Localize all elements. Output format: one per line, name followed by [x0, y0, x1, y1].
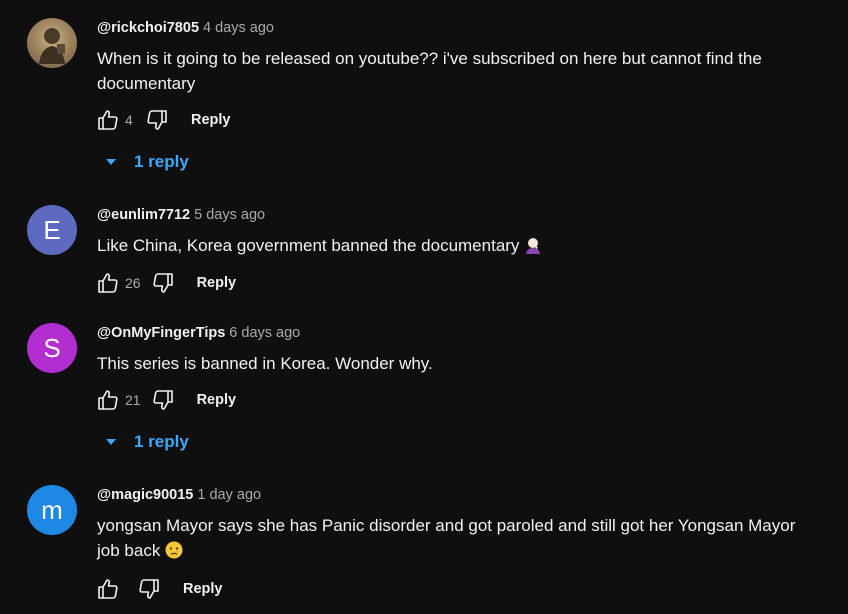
author-name[interactable]: @eunlim7712: [97, 207, 190, 223]
avatar[interactable]: m: [27, 485, 77, 535]
avatar-letter: S: [43, 332, 61, 363]
comment-time[interactable]: 4 days ago: [203, 20, 274, 36]
dislike-button[interactable]: [135, 575, 163, 603]
like-count: 26: [125, 275, 141, 291]
crying-face-emoji-icon: [165, 541, 183, 559]
dislike-button[interactable]: [143, 106, 171, 134]
comment-actions: 21 Reply: [94, 386, 236, 414]
like-count: 4: [125, 112, 133, 128]
view-replies-button[interactable]: 1 reply: [104, 432, 189, 452]
view-replies-button[interactable]: 1 reply: [104, 152, 189, 172]
comment-text: When is it going to be released on youtu…: [97, 49, 762, 93]
dislike-button[interactable]: [149, 269, 177, 297]
thumbs-up-icon: [98, 110, 118, 130]
like-button[interactable]: [94, 575, 122, 603]
avatar-letter: m: [41, 494, 63, 525]
reply-button[interactable]: Reply: [197, 392, 237, 408]
comment-time[interactable]: 5 days ago: [194, 207, 265, 223]
replies-label: 1 reply: [134, 432, 189, 451]
dislike-button[interactable]: [149, 386, 177, 414]
replies-label: 1 reply: [134, 152, 189, 171]
comment-header: @rickchoi7805 4 days ago: [97, 20, 274, 36]
thumbs-up-icon: [98, 273, 118, 293]
caret-down-icon: [106, 159, 116, 165]
comment-text: yongsan Mayor says she has Panic disorde…: [97, 516, 796, 560]
avatar[interactable]: E: [27, 205, 77, 255]
comment-header: @OnMyFingerTips 6 days ago: [97, 325, 300, 341]
avatar-letter: E: [43, 214, 61, 245]
comment-text-container: yongsan Mayor says she has Panic disorde…: [97, 513, 817, 563]
comment-time[interactable]: 1 day ago: [197, 487, 261, 503]
thumbs-down-icon: [147, 110, 167, 130]
like-button[interactable]: [94, 269, 122, 297]
user-photo-icon: [39, 28, 65, 64]
caret-down-icon: [106, 439, 116, 445]
thumbs-down-icon: [139, 579, 159, 599]
like-button[interactable]: [94, 106, 122, 134]
like-count: 21: [125, 392, 141, 408]
comment-actions: 4 Reply: [94, 106, 231, 134]
comment-header: @eunlim7712 5 days ago: [97, 207, 265, 223]
thumbs-down-icon: [152, 273, 173, 293]
like-button[interactable]: [94, 386, 122, 414]
comment-actions: 26 Reply: [94, 269, 236, 297]
comment-text: Like China, Korea government banned the …: [97, 236, 520, 255]
facepalm-emoji-icon: [526, 238, 541, 254]
reply-button[interactable]: Reply: [183, 581, 223, 597]
thumbs-up-icon: [98, 390, 118, 410]
reply-button[interactable]: Reply: [197, 275, 237, 291]
author-name[interactable]: @rickchoi7805: [97, 20, 199, 36]
author-name[interactable]: @OnMyFingerTips: [97, 325, 225, 341]
comment-text: This series is banned in Korea. Wonder w…: [97, 354, 433, 373]
comment-actions: Reply: [94, 575, 223, 603]
thumbs-down-icon: [152, 390, 173, 410]
thumbs-up-icon: [98, 579, 118, 599]
comment-header: @magic90015 1 day ago: [97, 487, 261, 503]
author-name[interactable]: @magic90015: [97, 487, 193, 503]
reply-button[interactable]: Reply: [191, 112, 231, 128]
comment-time[interactable]: 6 days ago: [229, 325, 300, 341]
avatar[interactable]: [27, 18, 77, 68]
comment-text-container: Like China, Korea government banned the …: [97, 233, 817, 258]
avatar[interactable]: S: [27, 323, 77, 373]
